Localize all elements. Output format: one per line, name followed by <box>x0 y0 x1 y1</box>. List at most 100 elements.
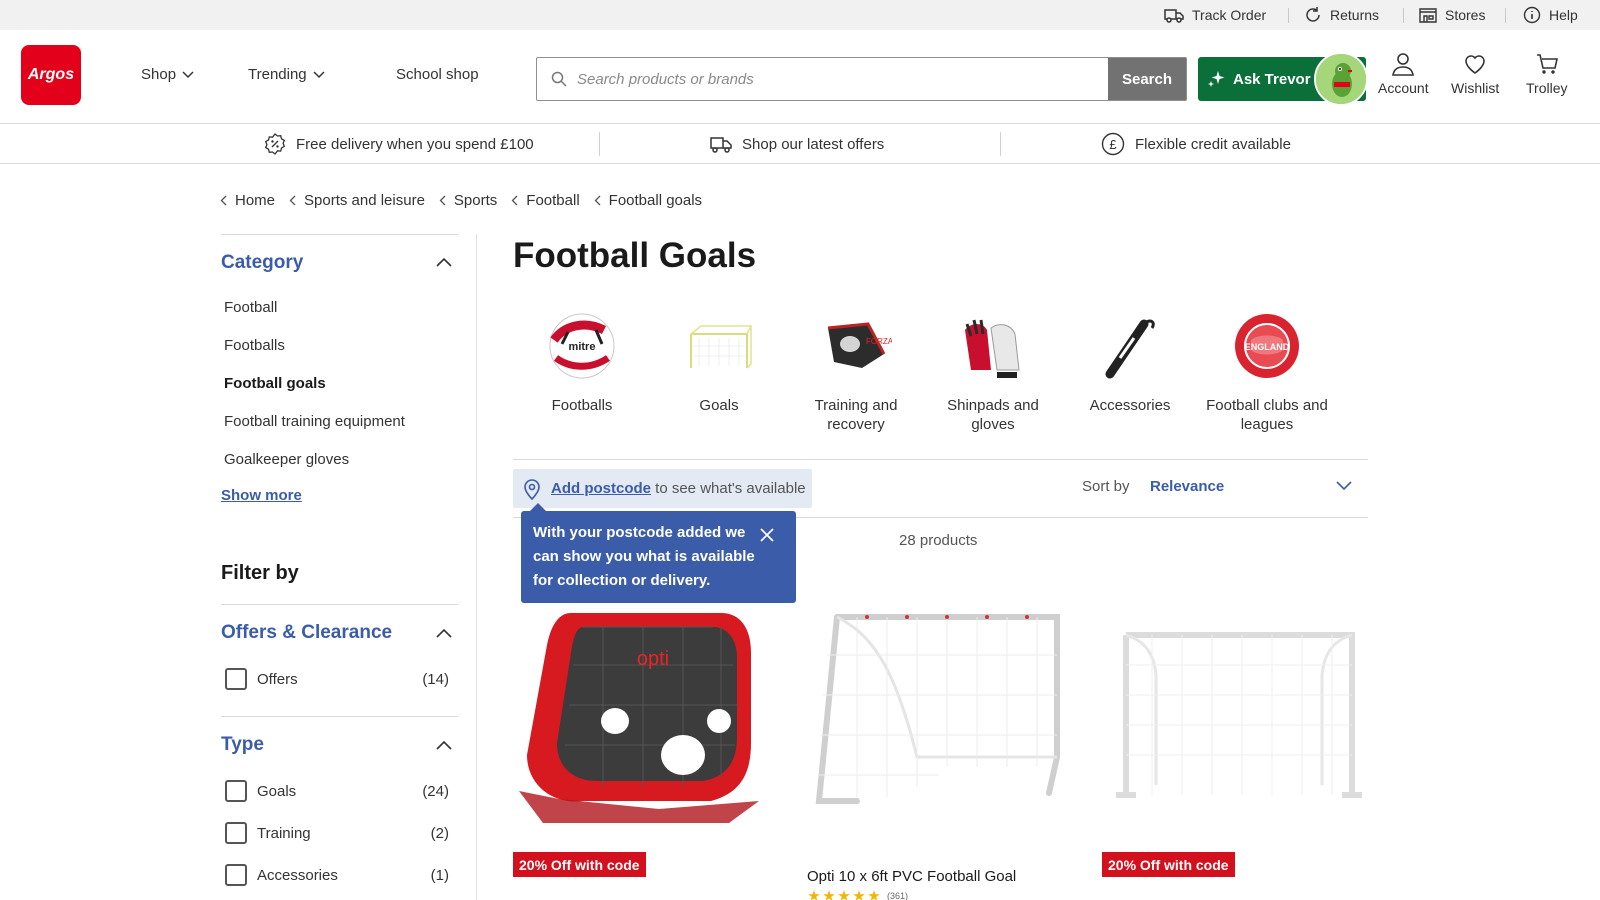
breadcrumb-sports-and-leisure[interactable]: Sports and leisure <box>289 192 425 209</box>
product-card-3[interactable] <box>1102 605 1367 842</box>
category-tile-training-and-recovery[interactable]: FORZA Training and recovery <box>791 310 921 434</box>
category-link-footballs[interactable]: Footballs <box>224 337 285 354</box>
returns-icon <box>1306 7 1320 22</box>
stores-label: Stores <box>1445 7 1486 23</box>
filter-label: Offers <box>257 670 298 688</box>
trolley-link[interactable]: Trolley <box>1526 52 1568 96</box>
popup-goal-image: opti <box>519 613 759 823</box>
category-link-football-goals[interactable]: Football goals <box>224 375 326 392</box>
category-link-goalkeeper-gloves[interactable]: Goalkeeper gloves <box>224 451 349 468</box>
filter-count: (14) <box>422 670 449 688</box>
breadcrumb-home[interactable]: Home <box>220 192 275 209</box>
category-tile-shinpads-and-gloves[interactable]: Shinpads and gloves <box>928 310 1058 434</box>
filter-type-goals[interactable]: Goals (24) <box>225 780 449 802</box>
breadcrumb-football-goals[interactable]: Football goals <box>594 192 702 209</box>
breadcrumb-label: Football goals <box>608 192 703 209</box>
breadcrumb-football[interactable]: Football <box>511 192 580 209</box>
checkbox[interactable] <box>225 780 247 802</box>
filter-by-heading: Filter by <box>221 562 299 584</box>
usp-free-delivery[interactable]: Free delivery when you spend £100 <box>264 124 534 164</box>
nav-school-shop[interactable]: School shop <box>396 66 479 83</box>
chevron-left-icon <box>594 195 601 206</box>
chevron-up-icon[interactable] <box>436 628 452 638</box>
filter-label: Training <box>257 824 311 842</box>
svg-text:mitre: mitre <box>569 341 596 353</box>
breadcrumb-label: Sports <box>453 192 498 209</box>
nav-school-shop-label: School shop <box>396 66 479 83</box>
chevron-left-icon <box>439 195 446 206</box>
search-icon <box>551 71 567 87</box>
divider <box>221 716 458 717</box>
star-icon <box>823 890 835 900</box>
sort-select[interactable]: Relevance <box>1150 478 1224 495</box>
track-order-link[interactable]: Track Order <box>1164 0 1266 30</box>
football-goal-image <box>1116 632 1362 798</box>
chevron-down-icon[interactable] <box>1336 481 1352 491</box>
chevron-up-icon[interactable] <box>436 257 452 267</box>
product-card-1[interactable]: opti <box>513 605 778 842</box>
football-goal-image <box>815 614 1060 804</box>
postcode-tooltip: With your postcode added we can show you… <box>521 511 796 603</box>
category-link-football-training-equipment[interactable]: Football training equipment <box>224 413 405 430</box>
category-tile-accessories[interactable]: Accessories <box>1065 310 1195 415</box>
filter-type-training[interactable]: Training (2) <box>225 822 449 844</box>
filter-type-accessories[interactable]: Accessories (1) <box>225 864 449 886</box>
checkbox[interactable] <box>225 864 247 886</box>
category-tile-football-clubs-and-leagues[interactable]: ENGLAND Football clubs and leagues <box>1202 310 1332 434</box>
search-input[interactable] <box>577 70 1057 88</box>
account-label: Account <box>1378 80 1429 96</box>
close-icon[interactable] <box>760 528 774 542</box>
checkbox[interactable] <box>225 822 247 844</box>
category-tile-label: Accessories <box>1089 397 1171 414</box>
chevron-down-icon <box>313 70 325 78</box>
breadcrumb-label: Home <box>235 192 276 209</box>
argos-logo[interactable]: Argos <box>21 45 81 105</box>
category-heading[interactable]: Category <box>221 252 303 274</box>
offers-clearance-heading[interactable]: Offers & Clearance <box>221 622 392 644</box>
show-more-link[interactable]: Show more <box>221 487 302 504</box>
usp-credit[interactable]: £ Flexible credit available <box>1101 124 1291 164</box>
filter-offers[interactable]: Offers (14) <box>225 668 449 690</box>
search-button[interactable]: Search <box>1108 58 1186 100</box>
user-icon <box>1392 53 1415 76</box>
nav-shop[interactable]: Shop <box>141 66 194 83</box>
review-count: (361) <box>887 891 909 900</box>
nav-shop-label: Shop <box>141 66 177 83</box>
divider <box>513 459 1368 460</box>
sidebar-divider <box>476 234 477 900</box>
info-icon <box>1523 6 1541 24</box>
site-header: Argos Shop Trending School shop Search A… <box>0 30 1600 124</box>
divider <box>1288 8 1289 23</box>
account-link[interactable]: Account <box>1378 52 1429 96</box>
category-link-football[interactable]: Football <box>224 299 277 316</box>
filter-label: Accessories <box>257 866 338 884</box>
trolley-label: Trolley <box>1526 80 1568 96</box>
nav-trending[interactable]: Trending <box>248 66 325 83</box>
product-title[interactable]: Opti 10 x 6ft PVC Football Goal <box>807 868 1016 885</box>
postcode-text: Add postcode to see what's available <box>551 480 806 497</box>
usp-credit-text: Flexible credit available <box>1135 135 1291 153</box>
category-tile-goals[interactable]: Goals <box>654 310 784 415</box>
checkbox[interactable] <box>225 668 247 690</box>
page-title: Football Goals <box>513 236 757 275</box>
chevron-left-icon <box>220 195 227 206</box>
wishlist-link[interactable]: Wishlist <box>1451 52 1499 96</box>
star-rating: (361) <box>808 890 908 900</box>
promo-badge: 20% Off with code <box>1102 852 1235 877</box>
product-card-2[interactable] <box>807 605 1072 842</box>
product-count: 28 products <box>899 532 978 549</box>
chevron-up-icon[interactable] <box>436 740 452 750</box>
usp-offers[interactable]: Shop our latest offers <box>710 124 884 164</box>
trevor-avatar[interactable] <box>1314 52 1368 106</box>
type-heading[interactable]: Type <box>221 734 264 756</box>
category-tile-footballs[interactable]: mitre Footballs <box>517 310 647 415</box>
help-link[interactable]: Help <box>1523 0 1578 30</box>
stores-link[interactable]: Stores <box>1419 0 1485 30</box>
postcode-prompt: Add postcode to see what's available <box>513 469 812 508</box>
training-net-image: FORZA <box>827 322 892 368</box>
breadcrumb-sports[interactable]: Sports <box>439 192 497 209</box>
heart-icon <box>1465 55 1485 74</box>
returns-link[interactable]: Returns <box>1304 0 1379 30</box>
goal-image <box>690 325 753 369</box>
add-postcode-link[interactable]: Add postcode <box>551 480 651 497</box>
